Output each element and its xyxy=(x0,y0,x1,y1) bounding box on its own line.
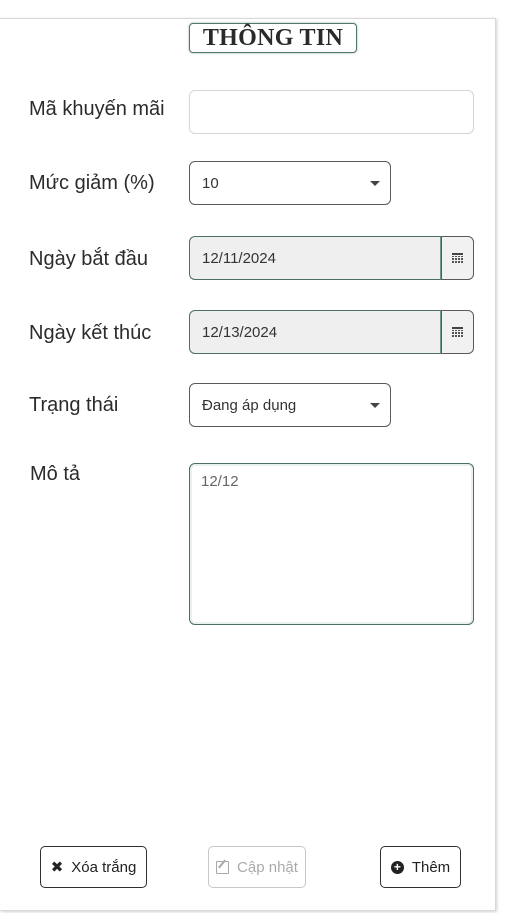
discount-select[interactable]: 10 xyxy=(189,161,391,205)
clear-button-label: Xóa trắng xyxy=(71,858,137,876)
discount-label: Mức giảm (%) xyxy=(29,172,155,194)
discount-value: 10 xyxy=(202,174,219,192)
end-date-label: Ngày kết thúc xyxy=(29,322,152,344)
calendar-icon xyxy=(452,327,463,337)
caret-down-icon xyxy=(370,181,380,186)
end-date-calendar-button[interactable] xyxy=(441,310,474,354)
clear-button[interactable]: ✖ Xóa trắng xyxy=(40,846,147,888)
add-button-label: Thêm xyxy=(411,858,451,876)
update-button[interactable]: Cập nhật xyxy=(208,846,306,888)
add-button[interactable]: + Thêm xyxy=(380,846,461,888)
plus-circle-icon: + xyxy=(390,860,404,874)
start-date-label: Ngày bắt đầu xyxy=(29,248,148,270)
promo-code-label: Mã khuyến mãi xyxy=(29,98,165,120)
edit-icon xyxy=(216,860,230,874)
update-button-label: Cập nhật xyxy=(237,858,298,876)
status-select[interactable]: Đang áp dụng xyxy=(189,383,391,427)
end-date-input[interactable]: 12/13/2024 xyxy=(189,310,442,354)
promo-code-input[interactable] xyxy=(189,90,474,134)
description-textarea[interactable]: 12/12 xyxy=(189,463,474,625)
status-label: Trạng thái xyxy=(29,394,119,416)
start-date-input[interactable]: 12/11/2024 xyxy=(189,236,442,280)
start-date-calendar-button[interactable] xyxy=(441,236,474,280)
close-icon: ✖ xyxy=(50,859,64,876)
status-value: Đang áp dụng xyxy=(202,396,297,414)
caret-down-icon xyxy=(370,403,380,408)
calendar-icon xyxy=(452,253,463,263)
description-label: Mô tả xyxy=(30,463,81,485)
page-title: THÔNG TIN xyxy=(189,23,357,53)
